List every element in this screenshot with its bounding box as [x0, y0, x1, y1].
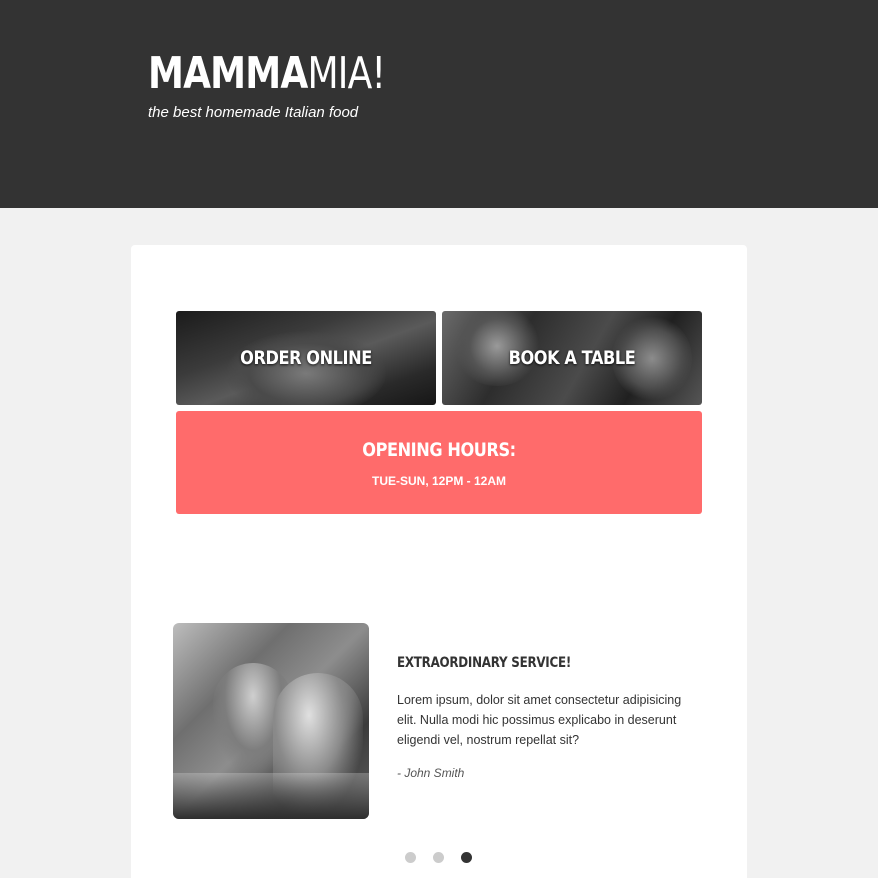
- testimonial-photo: [173, 623, 369, 819]
- order-online-label: ORDER ONLINE: [240, 347, 372, 369]
- testimonial-title: EXTRAORDINARY SERVICE!: [397, 655, 572, 671]
- opening-hours-title: OPENING HOURS:: [362, 439, 516, 461]
- logo-light-text: MIA!: [307, 48, 386, 99]
- carousel-dot-1[interactable]: [405, 852, 416, 863]
- book-table-label: BOOK A TABLE: [508, 347, 636, 369]
- opening-hours-text: TUE-SUN, 12PM - 12AM: [371, 474, 507, 488]
- order-online-tile[interactable]: ORDER ONLINE: [176, 311, 436, 405]
- opening-hours-banner: OPENING HOURS: TUE-SUN, 12PM - 12AM: [176, 411, 702, 514]
- book-table-tile[interactable]: BOOK A TABLE: [442, 311, 702, 405]
- logo[interactable]: MAMMAMIA!: [148, 48, 386, 99]
- tagline: the best homemade Italian food: [148, 104, 359, 121]
- carousel-dot-3-active[interactable]: [461, 852, 472, 863]
- site-header: MAMMAMIA! the best homemade Italian food: [0, 0, 878, 208]
- photo-table: [173, 773, 369, 819]
- carousel-dot-2[interactable]: [433, 852, 444, 863]
- testimonial-body: Lorem ipsum, dolor sit amet consectetur …: [397, 693, 682, 747]
- testimonial-author: - John Smith: [397, 766, 465, 780]
- logo-bold-text: MAMMA: [148, 48, 308, 99]
